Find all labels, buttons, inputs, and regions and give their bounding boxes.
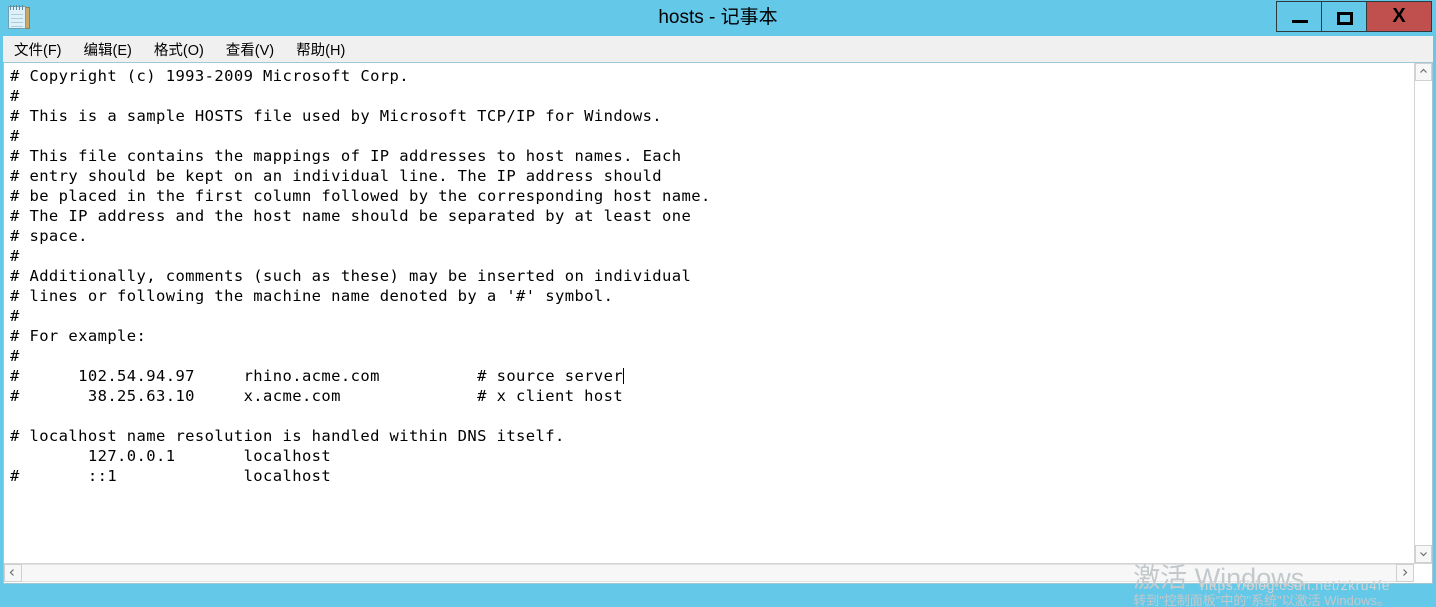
scroll-left-button[interactable] bbox=[4, 564, 22, 582]
editor-line: # For example: bbox=[10, 327, 147, 345]
close-icon: X bbox=[1392, 5, 1406, 27]
editor-line: # lines or following the machine name de… bbox=[10, 287, 614, 305]
editor-line: # This file contains the mappings of IP … bbox=[10, 147, 682, 165]
editor-line: # 38.25.63.10 x.acme.com # x client host bbox=[10, 387, 624, 405]
editor-line: # be placed in the first column followed… bbox=[10, 187, 711, 205]
editor-line: # bbox=[10, 127, 20, 145]
editor-line: # This is a sample HOSTS file used by Mi… bbox=[10, 107, 663, 125]
editor-line: 127.0.0.1 localhost bbox=[10, 447, 332, 465]
editor-line: # bbox=[10, 307, 20, 325]
editor-client-area: # Copyright (c) 1993-2009 Microsoft Corp… bbox=[3, 62, 1433, 584]
editor-line: # bbox=[10, 87, 20, 105]
minimize-icon bbox=[1292, 20, 1308, 23]
editor-line: # localhost name resolution is handled w… bbox=[10, 427, 565, 445]
editor-line: # 102.54.94.97 rhino.acme.com # source s… bbox=[10, 367, 625, 385]
editor-line: # space. bbox=[10, 227, 88, 245]
text-editor[interactable]: # Copyright (c) 1993-2009 Microsoft Corp… bbox=[4, 63, 1399, 563]
watermark-subtitle: 转到"控制面板"中的"系统"以激活 Windows。 bbox=[1133, 593, 1390, 607]
scroll-down-button[interactable] bbox=[1415, 545, 1432, 563]
editor-line: # Copyright (c) 1993-2009 Microsoft Corp… bbox=[10, 67, 410, 85]
menu-item-help[interactable]: 帮助(H) bbox=[296, 39, 345, 60]
minimize-button[interactable] bbox=[1276, 1, 1322, 32]
chevron-up-icon bbox=[1419, 68, 1427, 75]
chevron-down-icon bbox=[1419, 550, 1427, 557]
chevron-right-icon bbox=[1401, 569, 1408, 576]
scroll-right-button[interactable] bbox=[1396, 564, 1414, 582]
notepad-window: hosts - 记事本 X 文件(F) 编辑(E) 格式(O) 查看(V) 帮助… bbox=[0, 0, 1436, 607]
chevron-left-icon bbox=[9, 569, 16, 576]
scroll-up-button[interactable] bbox=[1415, 63, 1432, 81]
editor-line: # The IP address and the host name shoul… bbox=[10, 207, 692, 225]
maximize-button[interactable] bbox=[1321, 1, 1367, 32]
title-bar[interactable]: hosts - 记事本 X bbox=[0, 0, 1436, 36]
hosts-file-text: # Copyright (c) 1993-2009 Microsoft Corp… bbox=[10, 66, 1399, 486]
horizontal-scrollbar[interactable] bbox=[4, 563, 1432, 583]
editor-line: # Additionally, comments (such as these)… bbox=[10, 267, 692, 285]
text-caret bbox=[623, 368, 625, 384]
menu-item-view[interactable]: 查看(V) bbox=[226, 39, 274, 60]
menu-item-file[interactable]: 文件(F) bbox=[14, 39, 62, 60]
vertical-scrollbar[interactable] bbox=[1414, 63, 1432, 563]
window-title: hosts - 记事本 bbox=[658, 7, 778, 28]
editor-line: # ::1 localhost bbox=[10, 467, 332, 485]
close-button[interactable]: X bbox=[1366, 1, 1432, 32]
horizontal-scroll-track[interactable] bbox=[22, 564, 1396, 582]
editor-line: # bbox=[10, 347, 20, 365]
menu-item-edit[interactable]: 编辑(E) bbox=[84, 39, 132, 60]
editor-line: # entry should be kept on an individual … bbox=[10, 167, 663, 185]
menu-bar: 文件(F) 编辑(E) 格式(O) 查看(V) 帮助(H) bbox=[3, 36, 1433, 62]
editor-line: # bbox=[10, 247, 20, 265]
scrollbar-corner bbox=[1414, 564, 1432, 582]
menu-item-format[interactable]: 格式(O) bbox=[154, 39, 204, 60]
maximize-icon bbox=[1337, 12, 1353, 25]
window-controls: X bbox=[1276, 1, 1432, 32]
